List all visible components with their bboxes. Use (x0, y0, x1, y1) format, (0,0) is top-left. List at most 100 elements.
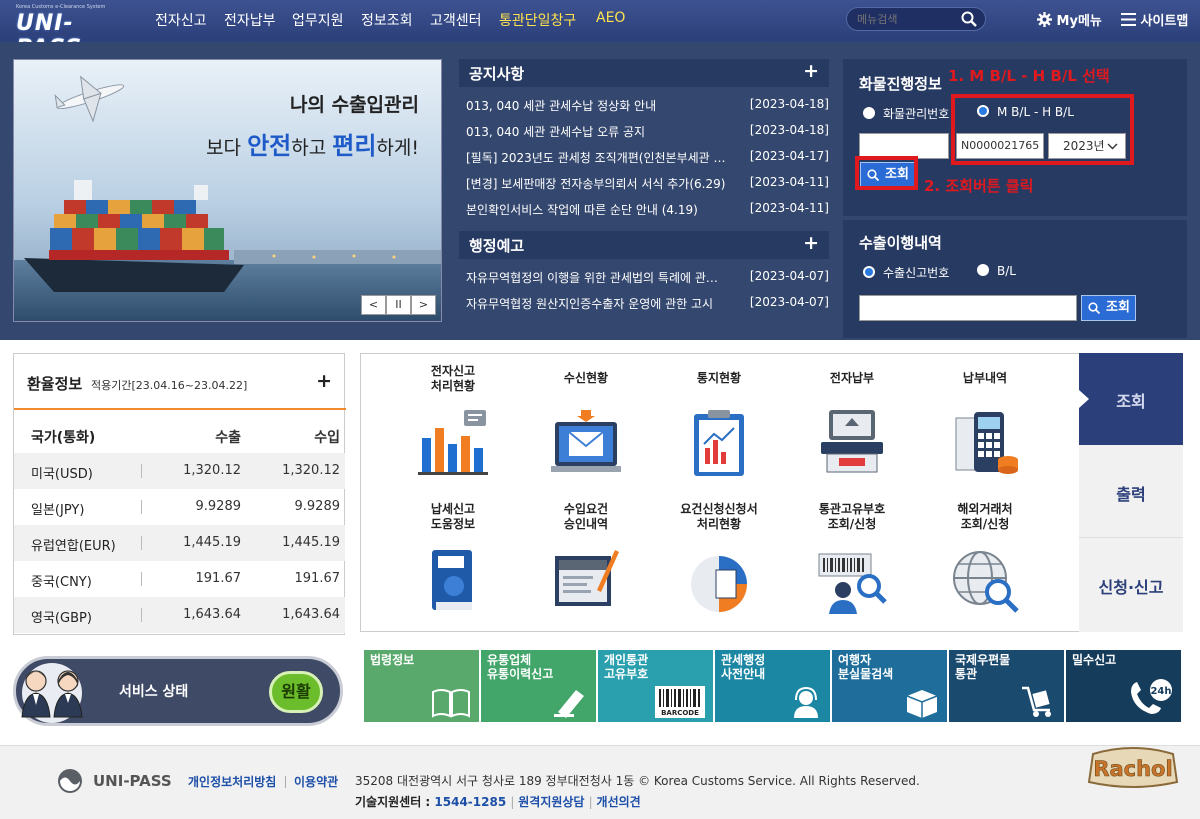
exchange-rate-period: 적용기간[23.04.16~23.04.22] (91, 379, 248, 392)
menu-tax-help[interactable]: 납세신고 도움정보 (391, 502, 515, 632)
annotation-step1: 1. M B/L - H B/L 선택 (948, 67, 1110, 85)
exchange-rate-more-button[interactable]: + (316, 370, 332, 392)
tab-arrow-icon (1079, 390, 1089, 408)
main-banner[interactable]: 나의 수출입관리 보다 안전하고 편리하게! < II > (13, 59, 442, 322)
export-query-button[interactable]: 조회 (1081, 295, 1136, 321)
notice-item[interactable]: 013, 040 세관 관세수납 정상화 안내 [2023-04-18] (466, 95, 829, 115)
rachol-logo: Rachol (1087, 747, 1179, 788)
exchange-rate-panel: 환율정보 적용기간[23.04.16~23.04.22] + 국가(통화) 수출 수… (13, 353, 346, 635)
menu-search-input[interactable] (857, 11, 957, 27)
menu-customs-code[interactable]: 통관고유부호 조회/신청 (790, 502, 914, 632)
service-menu-grid: 전자신고 처리현황 수신현황 통지현황 전자납부 납부내역 납세신고 도움정보 … (360, 353, 1183, 632)
terms-link[interactable]: 이용약관 (294, 773, 338, 790)
quick-link-distribution[interactable]: 유통업체 유통이력신고 (481, 650, 596, 722)
nav-e-payment[interactable]: 전자납부 (224, 10, 276, 30)
tab-print[interactable]: 출력 (1079, 445, 1183, 538)
notice-item[interactable]: [필독] 2023년도 관세청 조직개편(인천본부세관 … [2023-04-17… (466, 147, 829, 167)
nav-single-window[interactable]: 통관단일창구 (499, 10, 576, 30)
menu-payment-history[interactable]: 납부내역 (923, 364, 1047, 494)
notice-title: 공지사항 (469, 65, 525, 83)
radio-dot-selected[interactable] (863, 266, 875, 278)
export-number-input[interactable] (859, 295, 1077, 321)
radio-dot[interactable] (863, 107, 875, 119)
radio-cargo-number[interactable]: 화물관리번호 (863, 105, 949, 122)
menu-requirement-status[interactable]: 요건신청신청서 처리현황 (657, 502, 781, 632)
tab-apply[interactable]: 신청·신고 (1079, 538, 1183, 632)
sitemap-label: 사이트맵 (1140, 14, 1189, 29)
tab-lookup[interactable]: 조회 (1079, 353, 1183, 445)
nav-info-lookup[interactable]: 정보조회 (361, 10, 413, 30)
nav-e-declaration[interactable]: 전자신고 (155, 10, 207, 30)
bar-chart-icon (418, 410, 488, 475)
notice-item[interactable]: 013, 040 세관 관세수납 오류 공지 [2023-04-18] (466, 121, 829, 141)
radio-dot[interactable] (977, 264, 989, 276)
clipboard-chart-icon (694, 410, 744, 476)
feedback-link[interactable]: 개선의견 (597, 795, 641, 809)
quick-link-intl-mail[interactable]: 국제우편물 통관 (949, 650, 1064, 722)
korea-emblem-icon (58, 769, 82, 793)
my-menu-button[interactable]: My메뉴 (1037, 10, 1102, 29)
nav-aeo[interactable]: AEO (596, 10, 625, 26)
globe-search-icon (953, 551, 1019, 613)
notice-more-button[interactable]: + (803, 60, 819, 82)
menu-e-payment[interactable]: 전자납부 (790, 364, 914, 494)
tech-support: 기술지원센터 : 1544-1285 | 원격지원상담 | 개선의견 (355, 795, 641, 809)
menu-receipt-status[interactable]: 수신현황 (524, 364, 648, 494)
banner-prev-button[interactable]: < (361, 295, 386, 315)
admin-notice-more-button[interactable]: + (803, 232, 819, 254)
remote-support-link[interactable]: 원격지원상담 (518, 795, 584, 809)
quick-link-smuggling-report[interactable]: 밀수신고 24h (1066, 650, 1181, 722)
menu-import-approval[interactable]: 수입요건 승인내역 (524, 502, 648, 632)
notice-item[interactable]: 본인확인서비스 작업에 따른 순단 안내 (4.19) [2023-04-11] (466, 199, 829, 219)
footer-address: 35208 대전광역시 서구 청사로 189 정부대전청사 1동 © Korea… (355, 774, 920, 788)
quick-link-lost-items[interactable]: 여행자 분실물검색 (832, 650, 947, 722)
notice-item[interactable]: [변경] 보세판매장 전자송부의뢰서 서식 추가(6.29) [2023-04-1… (466, 173, 829, 193)
radio-export-number[interactable]: 수출신고번호 (863, 264, 949, 281)
service-status-badge: 원활 (269, 671, 323, 713)
highlight-box-query (855, 156, 918, 190)
sitemap-button[interactable]: 사이트맵 (1121, 10, 1188, 29)
search-icon (1088, 302, 1100, 314)
divider (285, 776, 286, 788)
payment-terminal-icon (821, 410, 883, 473)
cart-icon (1022, 686, 1051, 717)
import-document-icon (555, 550, 619, 606)
pen-icon (554, 690, 584, 718)
quick-link-admin-guide[interactable]: 관세행정 사전안내 (715, 650, 830, 722)
cargo-title: 화물진행정보 (859, 75, 942, 93)
banner-headline: 나의 수출입관리 (290, 94, 419, 116)
search-icon[interactable] (961, 11, 977, 27)
nav-work-support[interactable]: 업무지원 (292, 10, 344, 30)
quick-link-personal-customs[interactable]: 개인통관 고유부호 BARCODE (598, 650, 713, 722)
banner-pause-button[interactable]: II (386, 295, 411, 315)
svg-text:BARCODE: BARCODE (661, 709, 699, 717)
uni-pass-logo[interactable]: Korea Customs e-Clearance System UNI-PAS… (12, 4, 122, 61)
logo-subtitle: Korea Customs e-Clearance System (16, 4, 106, 10)
admin-notice-item[interactable]: 자유무역협정의 이행을 위한 관세법의 특례에 관… [2023-04-07] (466, 267, 829, 287)
headset-icon (794, 686, 818, 718)
svg-text:Rachol: Rachol (1093, 757, 1172, 781)
banner-next-button[interactable]: > (411, 295, 436, 315)
table-header: 국가(통화) 수출 수입 (31, 430, 340, 446)
quick-link-law-info[interactable]: 법령정보 (364, 650, 479, 722)
menu-notice-status[interactable]: 통지현황 (657, 364, 781, 494)
nav-customer-center[interactable]: 고객센터 (430, 10, 482, 30)
privacy-policy-link[interactable]: 개인정보처리방침 (188, 773, 276, 790)
menu-overseas-partner[interactable]: 해외거래처 조회/신청 (923, 502, 1047, 632)
service-status-label: 서비스 상태 (119, 684, 189, 700)
menu-edi-status[interactable]: 전자신고 처리현황 (391, 364, 515, 494)
exchange-rate-title: 환율정보 (27, 375, 83, 393)
menu-search[interactable] (846, 7, 986, 31)
staff-avatars-icon (21, 663, 83, 723)
admin-notice-title: 행정예고 (469, 237, 525, 255)
admin-notice-item[interactable]: 자유무역협정 원산지인증수출자 운영에 관한 고시 [2023-04-07] (466, 293, 829, 313)
table-row: 영국(GBP) 1,643.64 1,643.64 (14, 597, 345, 633)
tech-support-phone[interactable]: 1544-1285 (434, 795, 506, 809)
export-history-title: 수출이행내역 (859, 234, 942, 252)
pie-document-icon (691, 556, 747, 612)
book-icon (432, 689, 470, 718)
table-row: 중국(CNY) 191.67 191.67 (31, 571, 340, 590)
radio-bl[interactable]: B/L (977, 264, 1016, 278)
footer: UNI-PASS 개인정보처리방침 이용약관 35208 대전광역시 서구 청사… (0, 745, 1200, 819)
export-history-panel: 수출이행내역 수출신고번호 B/L 조회 (843, 220, 1187, 338)
